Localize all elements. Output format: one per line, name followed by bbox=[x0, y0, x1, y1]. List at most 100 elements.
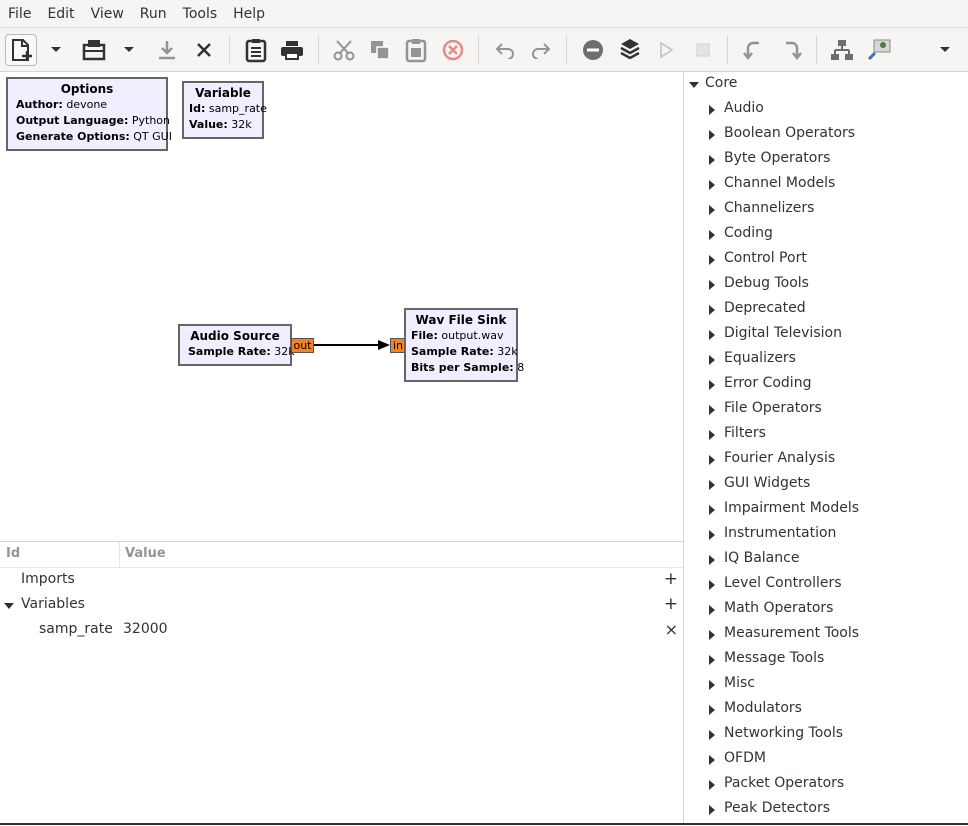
bypass-button[interactable] bbox=[614, 34, 646, 66]
tree-item-category[interactable]: Impairment Models bbox=[684, 497, 968, 522]
expander-right-icon[interactable] bbox=[709, 580, 715, 590]
tree-item-category[interactable]: Message Tools bbox=[684, 647, 968, 672]
menu-help[interactable]: Help bbox=[225, 0, 273, 28]
expander-right-icon[interactable] bbox=[709, 405, 715, 415]
tree-item-category[interactable]: Peak Detectors bbox=[684, 797, 968, 822]
tree-item-category[interactable]: Misc bbox=[684, 672, 968, 697]
expander-right-icon[interactable] bbox=[709, 105, 715, 115]
tree-item-category[interactable]: GUI Widgets bbox=[684, 472, 968, 497]
save-button[interactable] bbox=[151, 34, 183, 66]
print-button[interactable] bbox=[276, 34, 308, 66]
tree-item-category[interactable]: Level Controllers bbox=[684, 572, 968, 597]
menu-tools[interactable]: Tools bbox=[175, 0, 226, 28]
stop-button[interactable] bbox=[687, 34, 719, 66]
expander-right-icon[interactable] bbox=[709, 330, 715, 340]
cut-button[interactable] bbox=[328, 34, 360, 66]
tree-item-category[interactable]: Boolean Operators bbox=[684, 122, 968, 147]
expander-right-icon[interactable] bbox=[709, 130, 715, 140]
expander-right-icon[interactable] bbox=[709, 155, 715, 165]
tree-row-samp-rate[interactable]: samp_rate 32000 × bbox=[0, 618, 683, 643]
run-button[interactable] bbox=[650, 34, 682, 66]
expander-right-icon[interactable] bbox=[709, 355, 715, 365]
tree-item-category[interactable]: Byte Operators bbox=[684, 147, 968, 172]
add-import-button[interactable]: + bbox=[664, 569, 678, 589]
tree-row-imports[interactable]: Imports + bbox=[0, 568, 683, 593]
menu-view[interactable]: View bbox=[83, 0, 132, 28]
expander-right-icon[interactable] bbox=[709, 280, 715, 290]
menu-file[interactable]: File bbox=[0, 0, 39, 28]
expander-right-icon[interactable] bbox=[709, 805, 715, 815]
expander-right-icon[interactable] bbox=[709, 430, 715, 440]
expander-right-icon[interactable] bbox=[709, 455, 715, 465]
connection-line[interactable] bbox=[0, 72, 683, 541]
expander-right-icon[interactable] bbox=[709, 680, 715, 690]
paste-button[interactable] bbox=[400, 34, 432, 66]
find-block-button[interactable] bbox=[863, 34, 895, 66]
expander-right-icon[interactable] bbox=[709, 530, 715, 540]
tree-item-category[interactable]: Measurement Tools bbox=[684, 622, 968, 647]
redo-button[interactable] bbox=[525, 34, 557, 66]
tree-item-category[interactable]: Packet Operators bbox=[684, 772, 968, 797]
open-dropdown-button[interactable] bbox=[115, 34, 143, 66]
column-header-id[interactable]: Id bbox=[6, 546, 20, 561]
expander-right-icon[interactable] bbox=[709, 655, 715, 665]
tree-item-category[interactable]: Audio bbox=[684, 97, 968, 122]
wav-file-sink-block[interactable]: Wav File Sink File: output.wav Sample Ra… bbox=[404, 308, 524, 382]
report-button[interactable] bbox=[240, 34, 272, 66]
expander-right-icon[interactable] bbox=[709, 255, 715, 265]
menu-edit[interactable]: Edit bbox=[39, 0, 82, 28]
expander-right-icon[interactable] bbox=[709, 305, 715, 315]
tree-item-category[interactable]: IQ Balance bbox=[684, 547, 968, 572]
tree-item-category[interactable]: Channel Models bbox=[684, 172, 968, 197]
tree-item-category[interactable]: Filters bbox=[684, 422, 968, 447]
column-header-value[interactable]: Value bbox=[125, 546, 166, 561]
tree-item-core[interactable]: Core bbox=[684, 72, 968, 97]
expander-right-icon[interactable] bbox=[709, 380, 715, 390]
rotate-cw-button[interactable] bbox=[775, 34, 807, 66]
undo-button[interactable] bbox=[489, 34, 521, 66]
toolbar-overflow-button[interactable] bbox=[930, 34, 960, 66]
tree-item-category[interactable]: Deprecated bbox=[684, 297, 968, 322]
new-dropdown-button[interactable] bbox=[42, 34, 70, 66]
expander-right-icon[interactable] bbox=[709, 205, 715, 215]
remove-variable-button[interactable]: × bbox=[665, 620, 678, 639]
tree-row-variables[interactable]: Variables + bbox=[0, 593, 683, 618]
tree-item-category[interactable]: Error Coding bbox=[684, 372, 968, 397]
add-variable-button[interactable]: + bbox=[664, 594, 678, 614]
expander-down-icon[interactable] bbox=[4, 603, 14, 609]
tree-item-category[interactable]: Math Operators bbox=[684, 597, 968, 622]
tree-item-category[interactable]: File Operators bbox=[684, 397, 968, 422]
expander-right-icon[interactable] bbox=[709, 180, 715, 190]
tree-item-category[interactable]: Networking Tools bbox=[684, 722, 968, 747]
expander-right-icon[interactable] bbox=[709, 730, 715, 740]
expander-right-icon[interactable] bbox=[709, 755, 715, 765]
hierarchy-button[interactable] bbox=[826, 34, 858, 66]
expander-right-icon[interactable] bbox=[709, 505, 715, 515]
tree-item-category[interactable]: Instrumentation bbox=[684, 522, 968, 547]
tree-item-category[interactable]: Fourier Analysis bbox=[684, 447, 968, 472]
menu-run[interactable]: Run bbox=[132, 0, 175, 28]
flowgraph-canvas[interactable]: Options Author: devone Output Language: … bbox=[0, 72, 683, 541]
copy-button[interactable] bbox=[364, 34, 396, 66]
tree-item-category[interactable]: Digital Television bbox=[684, 322, 968, 347]
tree-item-category[interactable]: OFDM bbox=[684, 747, 968, 772]
rotate-ccw-button[interactable] bbox=[738, 34, 770, 66]
disable-button[interactable] bbox=[577, 34, 609, 66]
expander-down-icon[interactable] bbox=[689, 82, 699, 88]
new-flowgraph-button[interactable] bbox=[5, 34, 37, 66]
expander-right-icon[interactable] bbox=[709, 605, 715, 615]
tree-item-category[interactable]: Channelizers bbox=[684, 197, 968, 222]
expander-right-icon[interactable] bbox=[709, 705, 715, 715]
expander-right-icon[interactable] bbox=[709, 630, 715, 640]
expander-right-icon[interactable] bbox=[709, 555, 715, 565]
expander-right-icon[interactable] bbox=[709, 230, 715, 240]
tree-item-category[interactable]: Debug Tools bbox=[684, 272, 968, 297]
tree-item-category[interactable]: Modulators bbox=[684, 697, 968, 722]
tree-item-category[interactable]: Coding bbox=[684, 222, 968, 247]
tree-item-category[interactable]: Equalizers bbox=[684, 347, 968, 372]
expander-right-icon[interactable] bbox=[709, 780, 715, 790]
delete-button[interactable] bbox=[437, 34, 469, 66]
tree-item-category[interactable]: Control Port bbox=[684, 247, 968, 272]
close-button[interactable] bbox=[188, 34, 220, 66]
open-button[interactable] bbox=[78, 34, 110, 66]
